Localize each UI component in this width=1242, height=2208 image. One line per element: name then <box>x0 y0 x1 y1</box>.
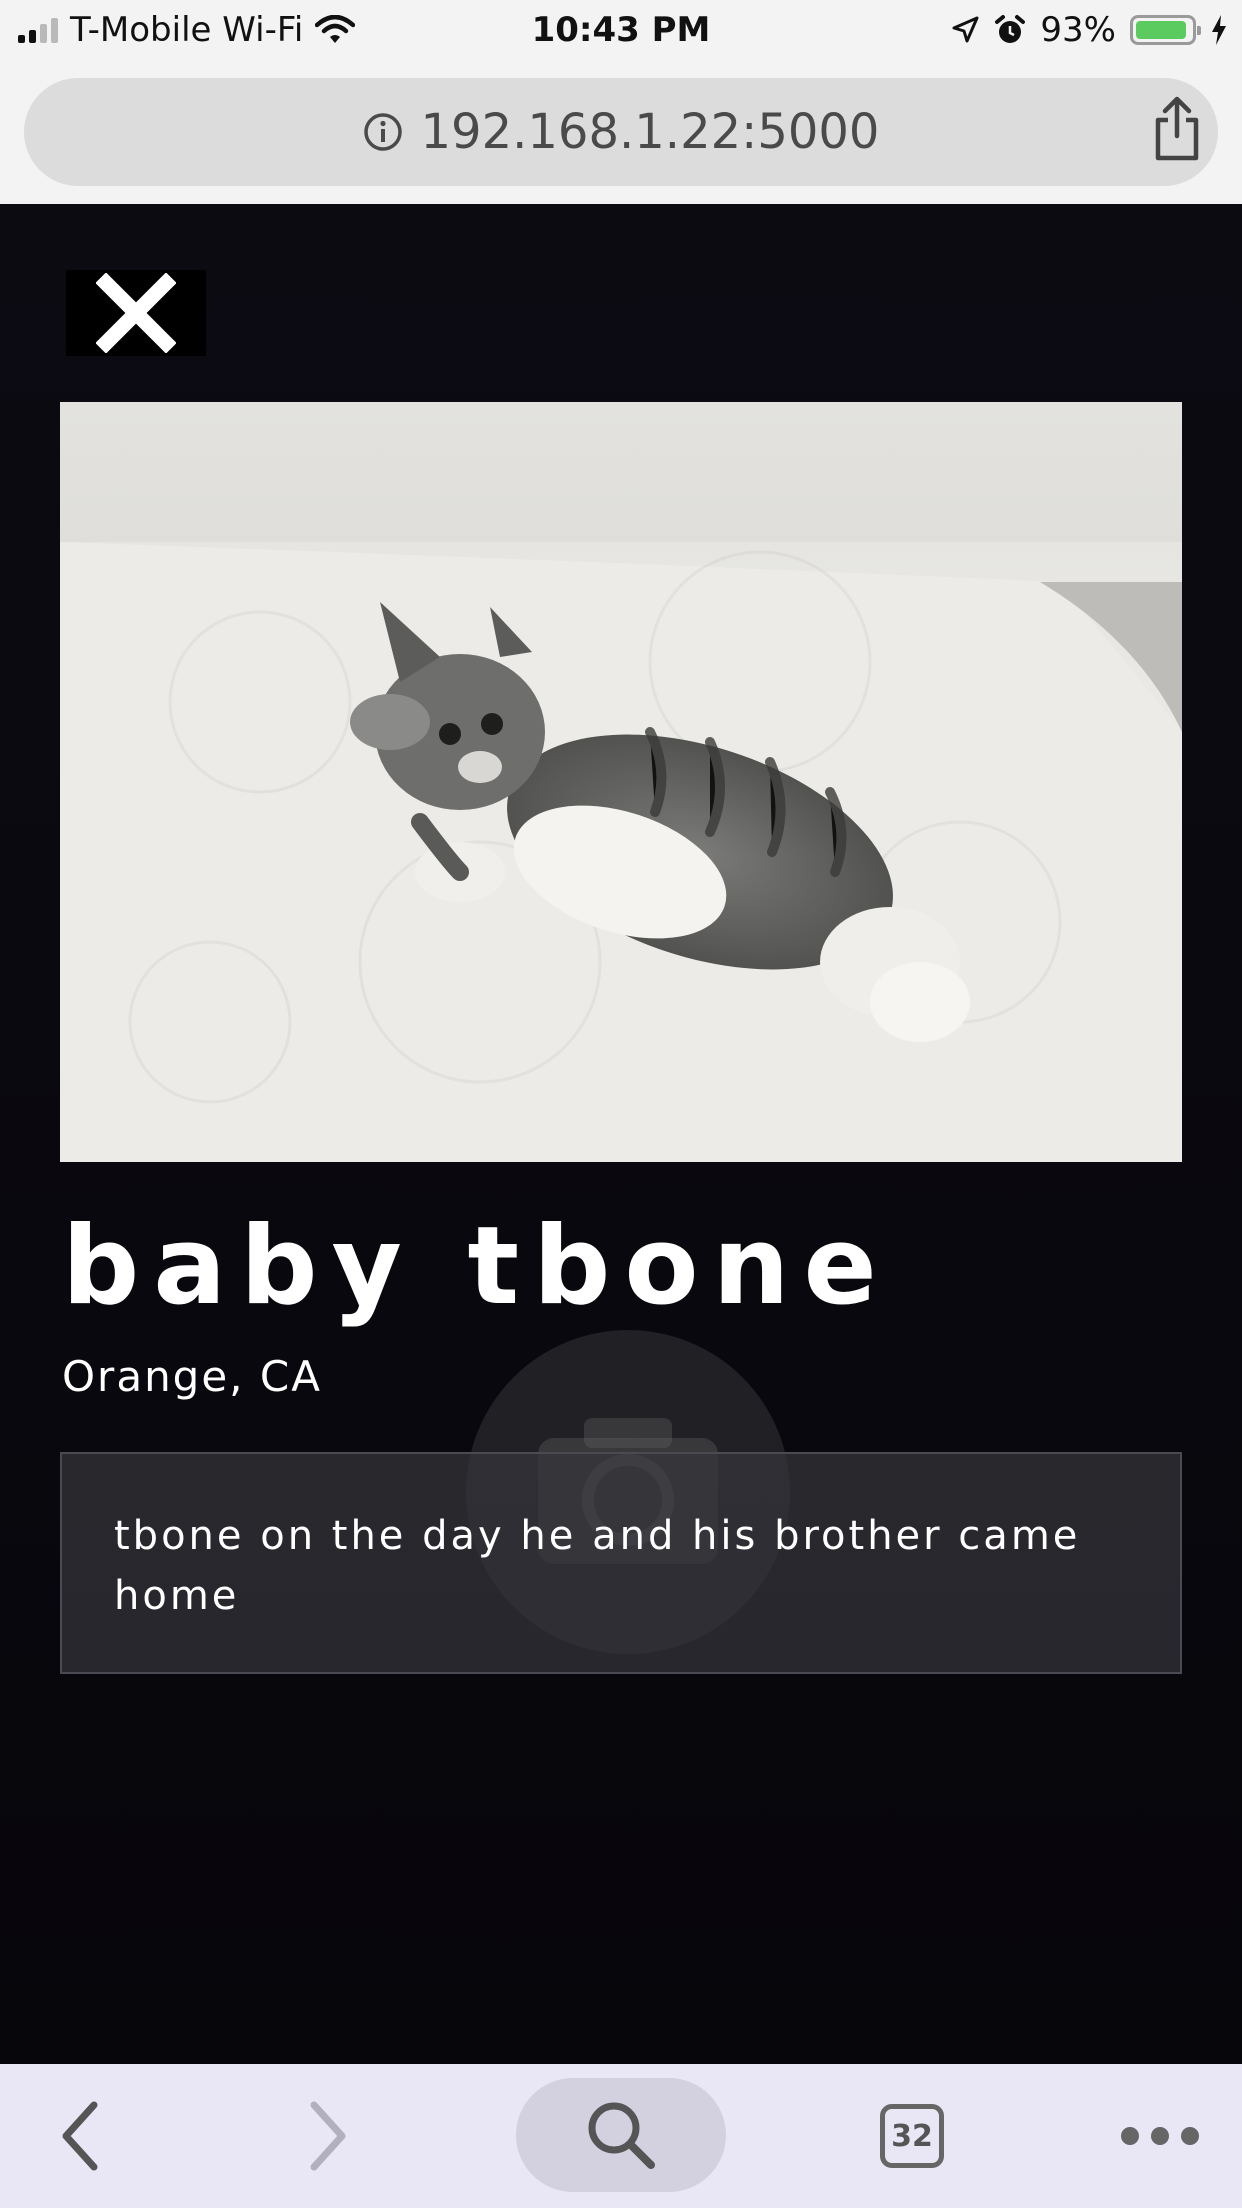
caption-box: tbone on the day he and his brother came… <box>60 1452 1182 1674</box>
battery-percent: 93% <box>1040 10 1116 50</box>
tabs-icon: 32 <box>880 2104 944 2168</box>
battery-icon <box>1130 15 1201 45</box>
search-icon <box>588 2102 655 2169</box>
browser-chrome: 192.168.1.22:5000 <box>0 62 1242 204</box>
back-button[interactable] <box>40 2064 120 2208</box>
info-circle-icon[interactable] <box>363 112 403 152</box>
back-chevron-icon <box>62 2101 98 2171</box>
more-dots-icon <box>1121 2127 1199 2145</box>
share-icon[interactable] <box>1152 96 1202 162</box>
browser-toolbar: 32 <box>0 2064 1242 2208</box>
location-arrow-icon <box>952 16 979 43</box>
status-bar: T-Mobile Wi-Fi 10:43 PM 93% <box>0 0 1242 62</box>
forward-button[interactable] <box>288 2064 368 2208</box>
tabs-count: 32 <box>891 2118 933 2154</box>
more-button[interactable] <box>1120 2064 1200 2208</box>
forward-chevron-icon <box>310 2101 346 2171</box>
url-text[interactable]: 192.168.1.22:5000 <box>421 104 880 160</box>
alarm-icon <box>995 15 1026 43</box>
close-x-icon <box>96 273 176 353</box>
tabs-button[interactable]: 32 <box>872 2064 952 2208</box>
search-button[interactable] <box>516 2078 726 2192</box>
close-button[interactable] <box>66 270 206 356</box>
battery-fill <box>1136 21 1187 39</box>
charging-bolt-icon <box>1212 15 1226 45</box>
status-right: 93% <box>950 10 1228 50</box>
photo-location: Orange, CA <box>62 1352 322 1401</box>
kitten-photo <box>60 402 1182 1162</box>
photo-detail-page: baby tbone Orange, CA tbone on the day h… <box>0 204 1242 2064</box>
address-bar[interactable]: 192.168.1.22:5000 <box>24 78 1218 186</box>
photo-title: baby tbone <box>62 1204 891 1329</box>
caption-text: tbone on the day he and his brother came… <box>114 1513 1081 1619</box>
